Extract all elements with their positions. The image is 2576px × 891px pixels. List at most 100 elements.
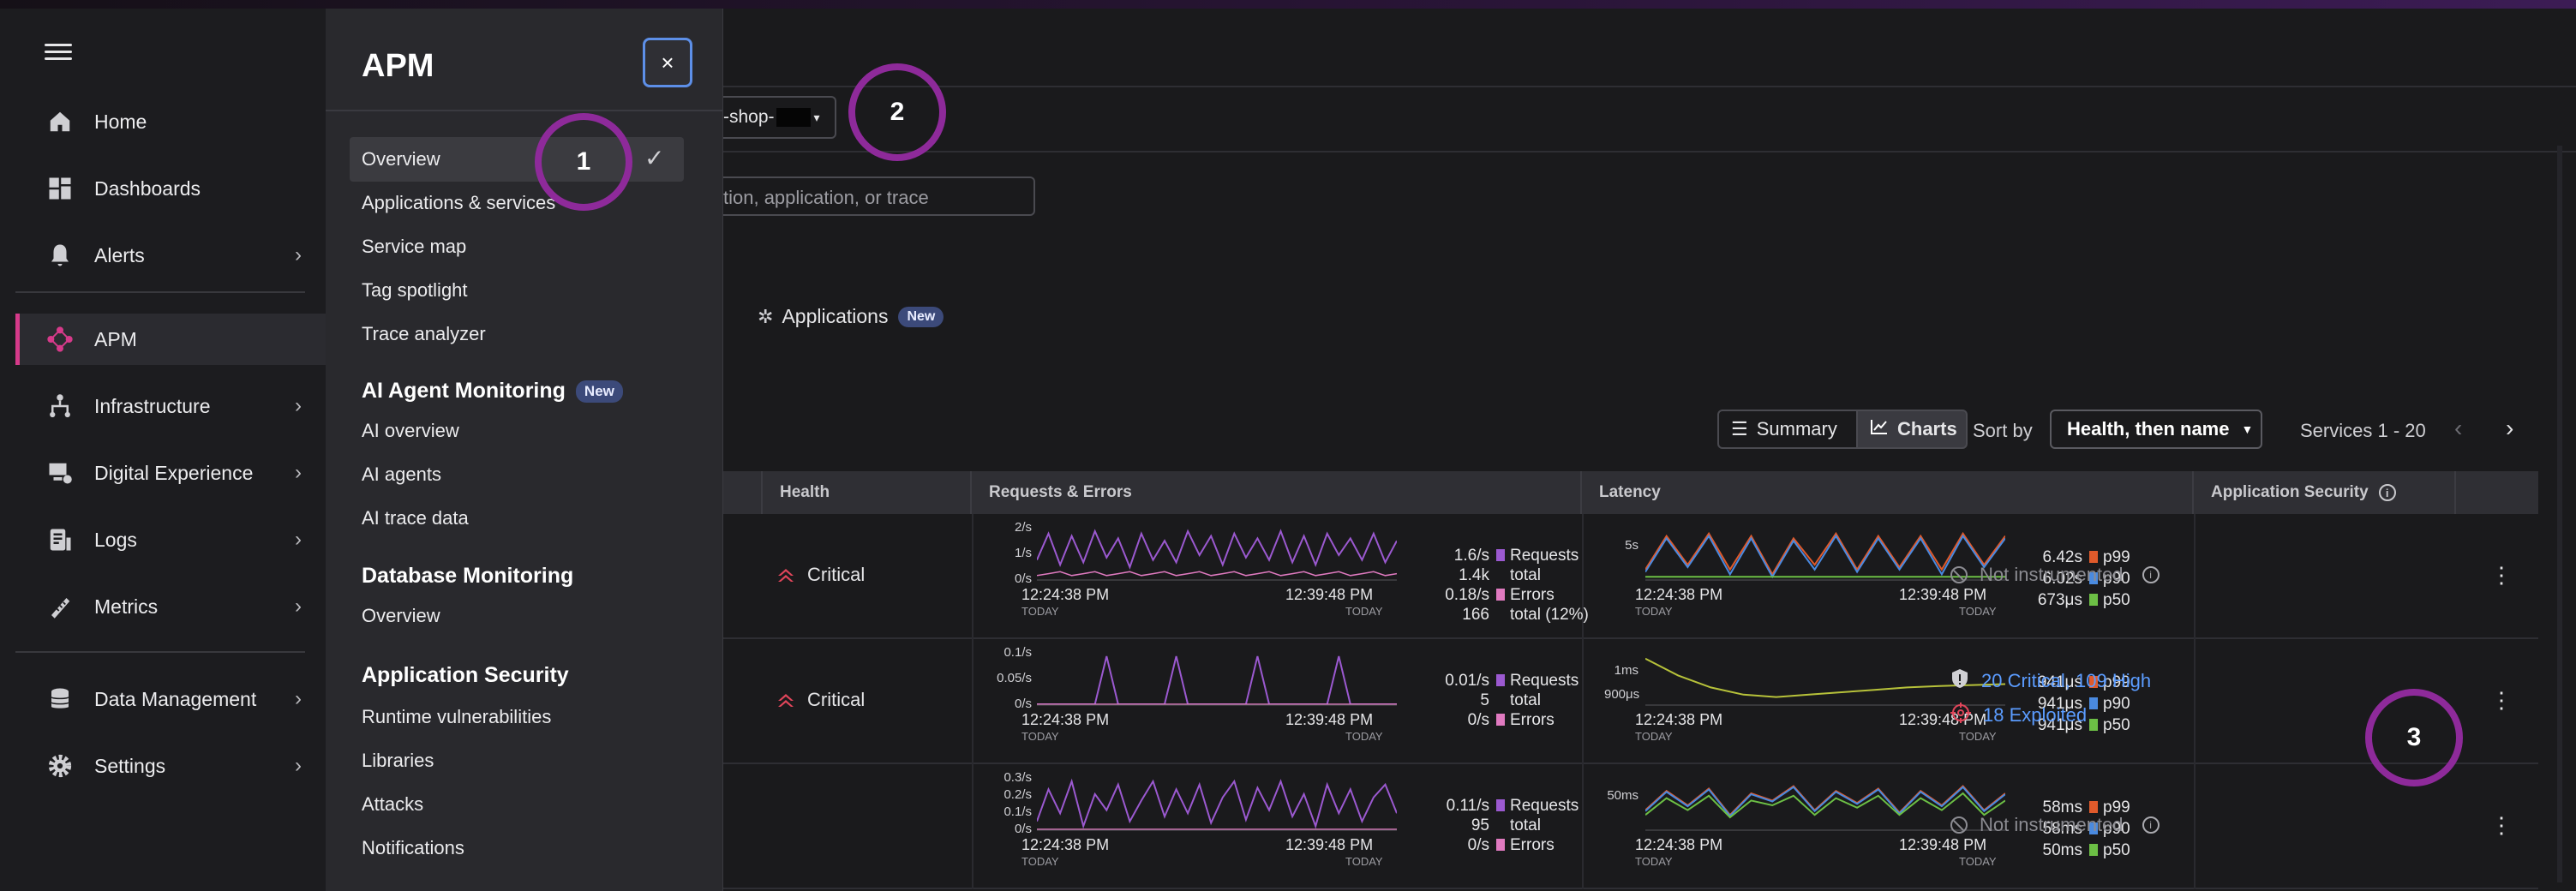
security-status: Not instrumented i xyxy=(1950,814,2160,836)
health-label: Critical xyxy=(807,564,866,585)
time-end-label: 12:39:48 PM xyxy=(1899,586,1987,603)
info-icon[interactable]: i xyxy=(2142,566,2160,583)
next-page-button[interactable]: › xyxy=(2506,415,2513,442)
flyout-item-db-overview[interactable]: Overview xyxy=(362,605,440,627)
not-instrumented-icon xyxy=(1950,816,1968,834)
request-stat: 1.6/s Requests xyxy=(1416,547,1579,565)
table-row[interactable]: 0.3/s 0.2/s 0.1/s 0/s 12:24:38 PM TODAY 12:39… xyxy=(723,764,2538,889)
flyout-item-applications-services[interactable]: Applications & services xyxy=(362,192,555,214)
nav-apm[interactable]: APM xyxy=(15,314,326,365)
flyout-item-notifications[interactable]: Notifications xyxy=(362,837,464,859)
close-button[interactable]: × xyxy=(643,38,692,87)
stat-label: Requests xyxy=(1510,797,1579,815)
security-critical-link[interactable]: 20 Critical, 109 High xyxy=(1950,668,2151,694)
flyout-item-ai-trace-data[interactable]: AI trace data xyxy=(362,507,469,529)
flyout-item-tag-spotlight[interactable]: Tag spotlight xyxy=(362,279,468,302)
nav-settings[interactable]: Settings › xyxy=(15,740,326,792)
nav-metrics[interactable]: Metrics › xyxy=(15,581,326,632)
summary-toggle[interactable]: ☰ Summary xyxy=(1717,410,1858,449)
scrollbar[interactable] xyxy=(2557,146,2562,882)
new-badge: New xyxy=(575,380,623,404)
today-label: TODAY xyxy=(1345,855,1383,868)
cell-divider xyxy=(972,639,973,764)
today-label: TODAY xyxy=(1959,855,1997,868)
flyout-item-ai-agents[interactable]: AI agents xyxy=(362,463,441,486)
services-count: Services 1 - 20 xyxy=(2300,420,2426,441)
today-label: TODAY xyxy=(1345,605,1383,618)
y-tick-label: 0.1/s xyxy=(1003,804,1032,819)
info-icon[interactable]: i xyxy=(2142,816,2160,834)
stat-label: p90 xyxy=(2103,695,2130,713)
stat-label: total xyxy=(1510,566,1541,584)
charts-toggle[interactable]: Charts xyxy=(1856,410,1968,449)
column-header-health[interactable]: Health xyxy=(763,471,972,514)
critical-icon xyxy=(778,569,794,582)
flyout-item-libraries[interactable]: Libraries xyxy=(362,750,434,772)
infrastructure-icon xyxy=(43,389,77,423)
digital-experience-icon xyxy=(43,456,77,490)
stat-value: 0.11/s xyxy=(1446,797,1489,815)
environment-select[interactable]: -shop- ▾ xyxy=(723,96,836,139)
chevron-right-icon: › xyxy=(295,394,302,417)
flyout-item-runtime-vulnerabilities[interactable]: Runtime vulnerabilities xyxy=(362,706,551,728)
hamburger-menu-icon[interactable] xyxy=(45,39,72,67)
apm-flyout-menu: APM × Overview ✓ Applications & services… xyxy=(326,9,723,891)
stat-label: p50 xyxy=(2103,716,2130,734)
row-actions-kebab-icon[interactable]: ⋮ xyxy=(2490,687,2513,714)
chart-icon xyxy=(1870,418,1889,440)
table-row[interactable]: Critical 2/s 1/s 0/s 12:24:38 PM TODAY 12:39:… xyxy=(723,514,2538,639)
time-start-label: 12:24:38 PM xyxy=(1021,836,1110,853)
request-stat: 5 total xyxy=(1416,691,1541,710)
new-badge: New xyxy=(898,306,944,327)
nav-digital-experience[interactable]: Digital Experience › xyxy=(15,447,326,499)
flyout-item-service-map[interactable]: Service map xyxy=(362,236,466,258)
y-tick-label: 1ms xyxy=(1614,663,1638,678)
tab-applications[interactable]: ✲ Applications New xyxy=(758,305,944,328)
table-row[interactable]: Critical 0.1/s 0.05/s 0/s 12:24:38 PM TODAY 1… xyxy=(723,639,2538,764)
search-input[interactable]: tion, application, or trace xyxy=(723,176,1035,216)
column-header-application-security[interactable]: Application Security i xyxy=(2194,471,2456,514)
nav-data-management[interactable]: Data Management › xyxy=(15,673,326,725)
time-start-label: 12:24:38 PM xyxy=(1021,586,1110,603)
row-actions-kebab-icon[interactable]: ⋮ xyxy=(2490,562,2513,589)
y-tick-label: 0/s xyxy=(1014,697,1032,711)
cell-divider xyxy=(972,514,973,639)
annotation-marker-3: 3 xyxy=(2365,689,2463,786)
previous-page-button[interactable]: ‹ xyxy=(2454,415,2462,442)
nav-label: Alerts xyxy=(94,243,145,266)
flyout-item-attacks[interactable]: Attacks xyxy=(362,793,423,816)
flyout-item-ai-overview[interactable]: AI overview xyxy=(362,420,459,442)
section-title: AI Agent Monitoring xyxy=(362,379,566,403)
latency-stat: 50ms p50 xyxy=(2009,841,2130,860)
y-tick-label: 0/s xyxy=(1014,571,1032,586)
today-label: TODAY xyxy=(1959,730,1997,743)
filter-divider xyxy=(723,151,2576,152)
row-actions-kebab-icon[interactable]: ⋮ xyxy=(2490,812,2513,839)
today-label: TODAY xyxy=(1635,855,1673,868)
column-header-latency[interactable]: Latency xyxy=(1582,471,2194,514)
nav-label: Settings xyxy=(94,754,166,777)
nav-label: Metrics xyxy=(94,595,159,618)
health-status: Critical xyxy=(776,564,865,586)
bell-icon xyxy=(43,238,77,272)
security-exploited-link[interactable]: 18 Exploited xyxy=(1950,703,2087,728)
y-tick-label: 50ms xyxy=(1607,788,1638,803)
caret-down-icon: ▼ xyxy=(2241,422,2254,436)
flyout-item-trace-analyzer[interactable]: Trace analyzer xyxy=(362,323,486,345)
info-icon[interactable]: i xyxy=(2378,484,2396,501)
nav-infrastructure[interactable]: Infrastructure › xyxy=(15,380,326,432)
latency-stat: 673μs p50 xyxy=(2009,591,2130,610)
column-header-requests-errors[interactable]: Requests & Errors xyxy=(972,471,1582,514)
sort-select[interactable]: Health, then name ▼ xyxy=(2050,410,2262,449)
sort-value: Health, then name xyxy=(2067,418,2230,440)
nav-home[interactable]: Home xyxy=(15,96,326,147)
legend-swatch xyxy=(2089,697,2098,709)
security-exploited-label: 18 Exploited xyxy=(1983,704,2088,726)
requests-sparkline xyxy=(1037,778,1397,831)
nav-logs[interactable]: Logs › xyxy=(15,514,326,565)
y-tick-label: 2/s xyxy=(1014,520,1032,535)
stat-label: p50 xyxy=(2103,841,2130,859)
nav-alerts[interactable]: Alerts › xyxy=(15,230,326,281)
flyout-item-overview[interactable]: Overview xyxy=(362,148,440,170)
nav-dashboards[interactable]: Dashboards xyxy=(15,163,326,214)
